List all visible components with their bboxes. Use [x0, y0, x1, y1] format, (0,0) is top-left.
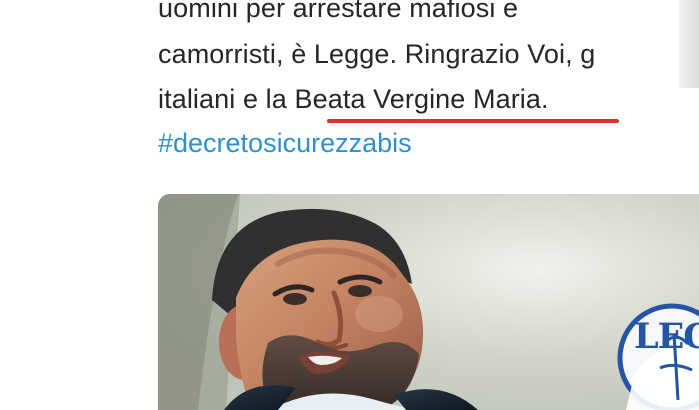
party-logo: LEG	[610, 299, 699, 410]
tweet-text-line-1: uomini per arrestare mafiosi e	[158, 0, 519, 23]
hashtag-link[interactable]: #decretosicurezzabis	[158, 126, 412, 160]
left-margin	[0, 0, 158, 410]
scroll-edge-shadow	[679, 0, 699, 88]
tweet-text-line-2: camorristi, è Legge. Ringrazio Voi, g	[158, 39, 596, 69]
tweet-post: uomini per arrestare mafiosi e camorrist…	[0, 0, 699, 410]
tweet-media-image[interactable]: LEG	[158, 194, 699, 410]
red-underline-highlight	[327, 119, 619, 123]
tweet-text-line-3: italiani e la Beata Vergine Maria.	[158, 84, 549, 114]
party-logo-text: LEG	[634, 316, 699, 357]
